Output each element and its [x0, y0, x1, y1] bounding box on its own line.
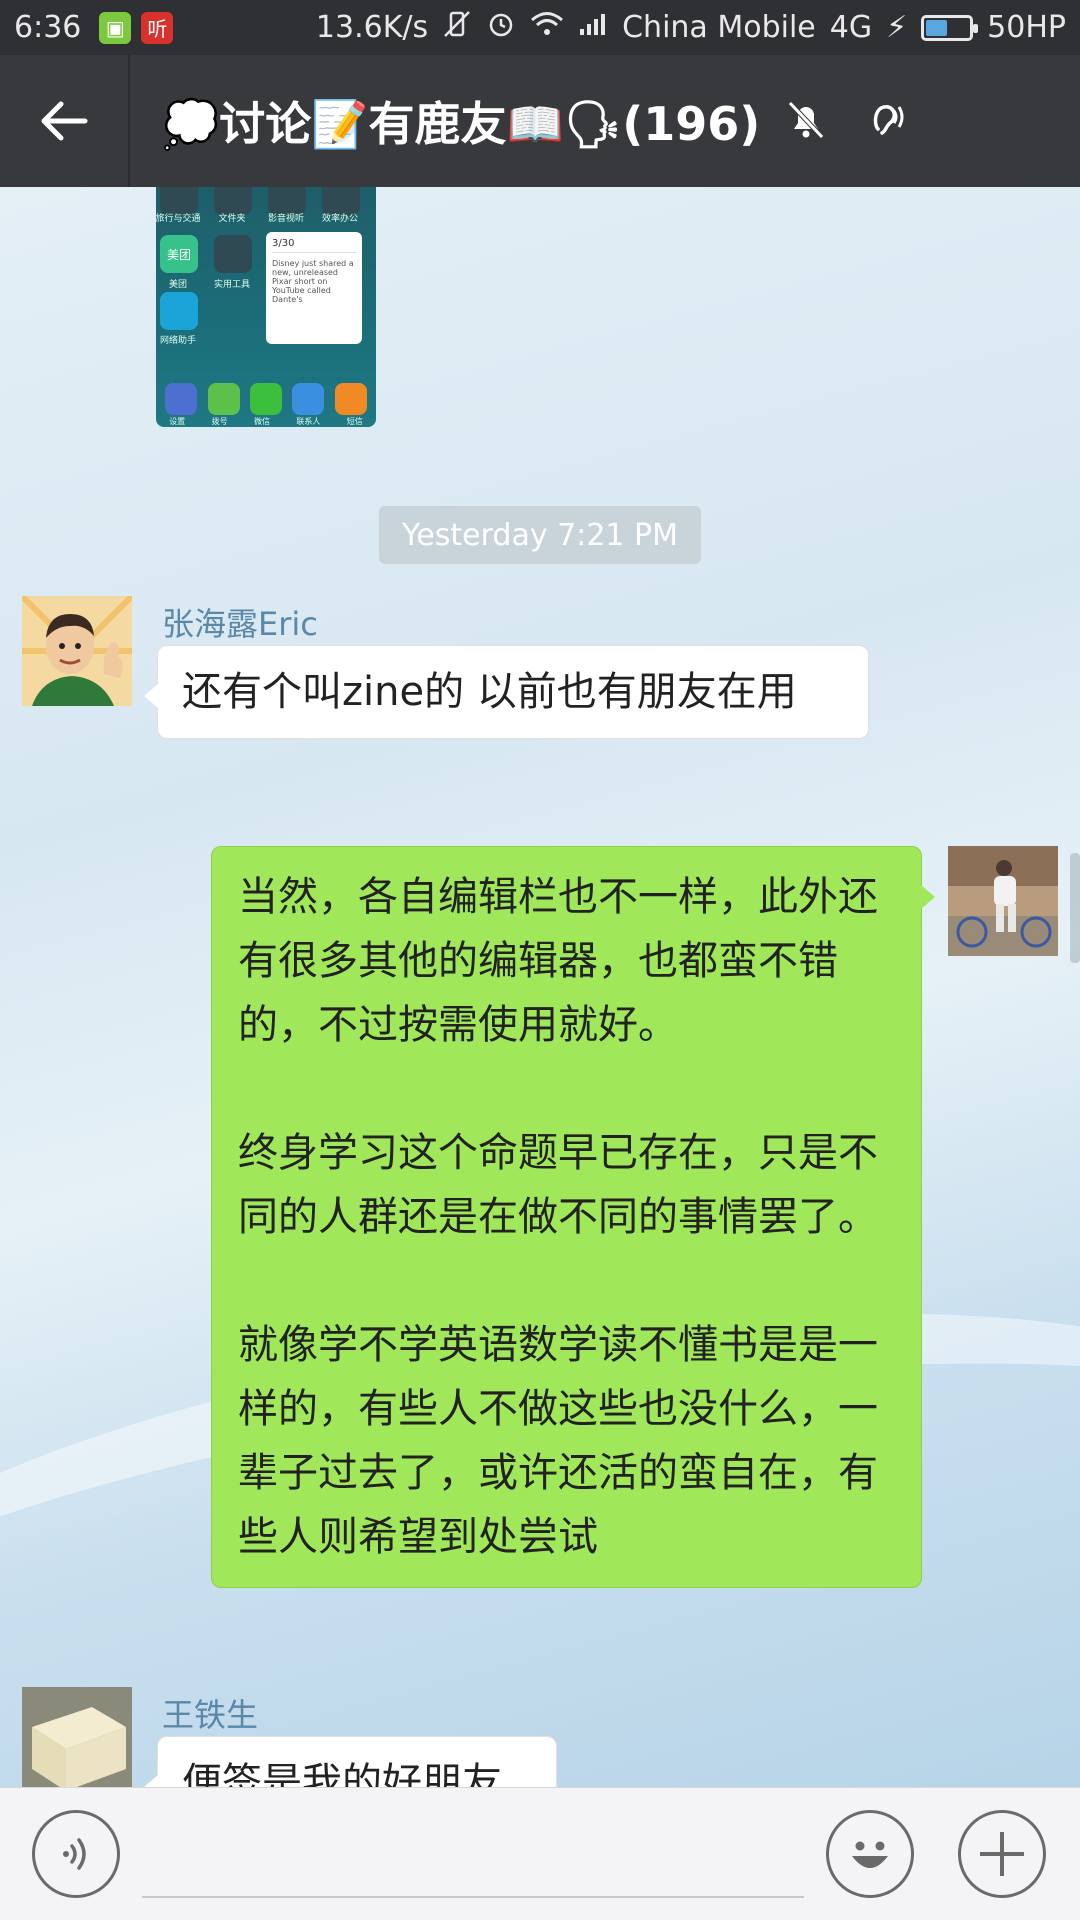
- status-bar: 6:36 ▣ 听 13.6K/s China Mobile 4G ⚡ 50HP: [0, 0, 1080, 55]
- message-text: 便签是我的好朋友: [182, 1760, 502, 1787]
- back-arrow-icon: [41, 101, 88, 141]
- app-label: 网络助手: [159, 336, 196, 346]
- signal-icon: [578, 10, 608, 45]
- tools-folder-icon: [214, 235, 252, 273]
- messages-icon: [334, 383, 367, 415]
- dock-label: 拨号: [211, 417, 228, 426]
- back-button[interactable]: [0, 55, 130, 187]
- battery-label: 50HP: [987, 10, 1066, 45]
- music-notification-icon: 听: [141, 11, 174, 44]
- scrollbar[interactable]: [1070, 853, 1080, 963]
- chat-messages[interactable]: 旅行与交通 文件夹 影音视听 效率办公 美团 美团 实用工具 网络助手 3/30…: [0, 187, 1080, 1787]
- dock: [156, 383, 376, 415]
- mute-icon[interactable]: [784, 97, 828, 145]
- message-paragraph: 终身学习这个命题早已存在，只是不同的人群还是在做不同的事情罢了。: [238, 1130, 878, 1240]
- voice-icon: [63, 1838, 86, 1870]
- message-timestamp: Yesterday 7:21 PM: [379, 506, 701, 564]
- message-paragraph: 就像学不学英语数学读不懂书是是一样的，有些人不做这些也没什么，一辈子过去了，或许…: [238, 1322, 878, 1560]
- network-type: 4G: [829, 10, 873, 45]
- dock-label: 设置: [169, 417, 186, 426]
- emoji-button[interactable]: [826, 1810, 914, 1898]
- battery-icon: [921, 14, 979, 41]
- sender-name[interactable]: 王铁生: [162, 1690, 258, 1736]
- avatar[interactable]: [22, 596, 132, 706]
- app-notification-icon: ▣: [99, 11, 132, 44]
- chat-title: 💭讨论📝有鹿友📖🗣(196): [130, 88, 760, 154]
- dock-labels: 设置 拨号 微信 联系人 短信: [156, 416, 376, 427]
- plus-icon: [980, 1832, 1024, 1876]
- wifi-icon: [530, 10, 564, 46]
- sender-name[interactable]: 张海露Eric: [162, 599, 318, 645]
- app-label: 效率办公: [321, 214, 358, 224]
- more-button[interactable]: [958, 1810, 1046, 1898]
- battery-level: [926, 19, 948, 36]
- earpiece-mode-icon[interactable]: [864, 97, 908, 145]
- message-text: 还有个叫zine的 以前也有朋友在用: [182, 669, 797, 715]
- wechat-icon: [249, 383, 282, 415]
- app-label: 美团: [168, 280, 187, 290]
- dock-label: 微信: [253, 417, 270, 426]
- vibrate-icon: [442, 9, 472, 47]
- emoji-icon: [852, 1841, 888, 1868]
- settings-icon: [165, 383, 198, 415]
- phone-icon: [207, 383, 240, 415]
- message-paragraph: 当然，各自编辑栏也不一样，此外还有很多其他的编辑器，也都蛮不错的，不过按需使用就…: [238, 874, 878, 1048]
- widget-title: 3/30: [272, 238, 356, 253]
- app-label: 文件夹: [218, 214, 246, 224]
- input-underline: [142, 1896, 804, 1898]
- chat-header: 💭讨论📝有鹿友📖🗣(196): [0, 55, 1080, 187]
- input-bar: [0, 1787, 1080, 1920]
- meituan-app-icon: 美团: [160, 235, 198, 273]
- widget-text: Disney just shared a new, unreleased Pix…: [272, 259, 354, 304]
- note-widget: 3/30 Disney just shared a new, unrelease…: [266, 232, 362, 344]
- self-avatar[interactable]: [948, 846, 1058, 956]
- carrier-name: China Mobile: [622, 10, 816, 45]
- tofu-avatar-icon: [22, 1687, 132, 1787]
- status-time: 6:36: [14, 10, 82, 45]
- contacts-icon: [292, 383, 325, 415]
- message-bubble[interactable]: 便签是我的好朋友: [144, 1736, 557, 1787]
- app-label: 实用工具: [213, 280, 250, 290]
- photo-avatar-icon: [948, 846, 1058, 956]
- dock-label: 短信: [346, 417, 363, 426]
- group-title: 💭讨论📝有鹿友📖🗣(196): [162, 97, 761, 151]
- dock-label: 联系人: [296, 417, 321, 426]
- voice-input-button[interactable]: [32, 1810, 120, 1898]
- cartoon-avatar-icon: [22, 596, 132, 706]
- app-label: 影音视听: [267, 214, 304, 224]
- message-bubble[interactable]: 还有个叫zine的 以前也有朋友在用: [144, 645, 869, 739]
- charging-icon: ⚡: [886, 10, 908, 45]
- self-message-bubble[interactable]: 当然，各自编辑栏也不一样，此外还有很多其他的编辑器，也都蛮不错的，不过按需使用就…: [211, 846, 935, 1588]
- shared-image[interactable]: 旅行与交通 文件夹 影音视听 效率办公 美团 美团 实用工具 网络助手 3/30…: [156, 187, 376, 427]
- network-assistant-icon: [160, 292, 198, 330]
- network-speed: 13.6K/s: [315, 10, 429, 45]
- message-input[interactable]: [142, 1818, 804, 1892]
- app-label: 旅行与交通: [156, 214, 201, 224]
- alarm-icon: [486, 9, 516, 47]
- avatar[interactable]: [22, 1687, 132, 1787]
